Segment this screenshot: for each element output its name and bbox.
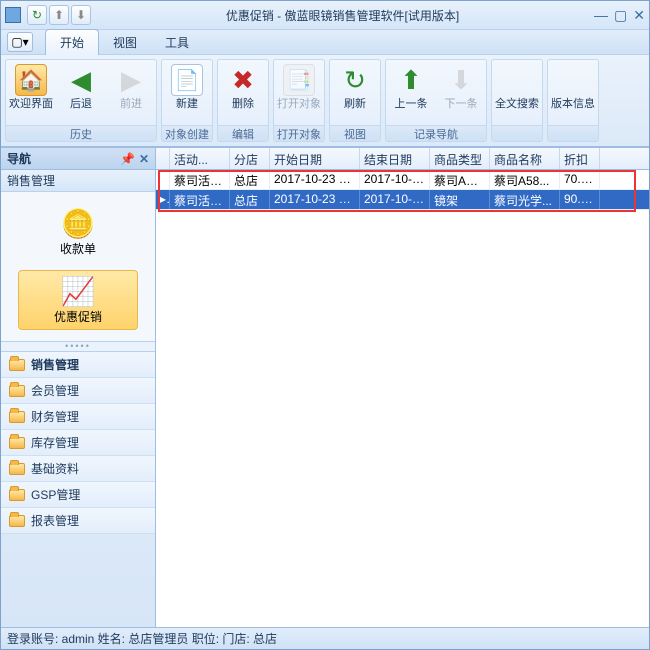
close-button[interactable]: ✕ xyxy=(633,7,645,24)
ribbon-tabs: 开始 视图 工具 xyxy=(45,29,203,55)
nav-item-gsp[interactable]: GSP管理 xyxy=(1,482,155,508)
shortcut-promo-label: 优惠促销 xyxy=(54,308,102,325)
nav-title: 导航 xyxy=(7,150,31,167)
nav-section-header[interactable]: 销售管理 xyxy=(1,170,155,192)
fulltext-search-button[interactable]: 全文搜索 xyxy=(492,60,542,125)
delete-button[interactable]: ✖删除 xyxy=(218,60,268,125)
group-caption-version xyxy=(548,125,598,141)
tab-tools[interactable]: 工具 xyxy=(151,30,203,55)
folder-icon xyxy=(9,437,25,449)
ribbon-group-view: ↻刷新 视图 xyxy=(329,59,381,142)
folder-icon xyxy=(9,359,25,371)
nav-splitter[interactable]: ••••• xyxy=(1,342,155,352)
col-pname[interactable]: 商品名称 xyxy=(490,148,560,169)
col-ptype[interactable]: 商品类型 xyxy=(430,148,490,169)
nav-close-icon[interactable]: ✕ xyxy=(139,152,149,166)
group-caption-nav: 记录导航 xyxy=(386,125,486,141)
content-area: 活动... 分店 开始日期 结束日期 商品类型 商品名称 折扣 蔡司活动日 总店… xyxy=(156,148,649,627)
open-object-button[interactable]: 📑打开对象 xyxy=(274,60,324,125)
menubar: ▢▾ 开始 视图 工具 xyxy=(1,29,649,55)
layout-menu-button[interactable]: ▢▾ xyxy=(7,32,33,52)
folder-icon xyxy=(9,515,25,527)
folder-icon xyxy=(9,489,25,501)
nav-item-inventory[interactable]: 库存管理 xyxy=(1,430,155,456)
quick-access-toolbar: ↻ ⬆ ⬇ xyxy=(27,5,91,25)
tab-start[interactable]: 开始 xyxy=(45,29,99,55)
row-indicator-header xyxy=(156,148,170,169)
nav-item-finance[interactable]: 财务管理 xyxy=(1,404,155,430)
next-record-button[interactable]: ⬇下一条 xyxy=(436,60,486,125)
statusbar: 登录账号: admin 姓名: 总店管理员 职位: 门店: 总店 xyxy=(1,627,649,649)
nav-item-basedata[interactable]: 基础资料 xyxy=(1,456,155,482)
nav-list: 销售管理 会员管理 财务管理 库存管理 基础资料 GSP管理 报表管理 xyxy=(1,352,155,627)
new-button[interactable]: 📄新建 xyxy=(162,60,212,125)
table-row[interactable]: 蔡司活动日 总店 2017-10-23 0... 2017-10-2... 蔡司… xyxy=(156,170,649,190)
window-controls: — ▢ ✕ xyxy=(594,7,645,24)
refresh-button[interactable]: ↻刷新 xyxy=(330,60,380,125)
welcome-button[interactable]: 🏠欢迎界面 xyxy=(6,60,56,125)
shortcut-promo[interactable]: 📈 优惠促销 xyxy=(18,270,138,330)
up-quick-button[interactable]: ⬆ xyxy=(49,5,69,25)
row-indicator: ▸ xyxy=(156,190,170,209)
col-start[interactable]: 开始日期 xyxy=(270,148,360,169)
group-caption-search xyxy=(492,125,542,141)
coins-icon: 🪙 xyxy=(61,207,96,240)
prev-record-button[interactable]: ⬆上一条 xyxy=(386,60,436,125)
refresh-quick-button[interactable]: ↻ xyxy=(27,5,47,25)
nav-pin-icon[interactable]: 📌 xyxy=(120,152,135,166)
app-icon xyxy=(5,7,21,23)
ribbon-group-edit: ✖删除 编辑 xyxy=(217,59,269,142)
col-disc[interactable]: 折扣 xyxy=(560,148,600,169)
nav-item-reports[interactable]: 报表管理 xyxy=(1,508,155,534)
ribbon-group-search: 全文搜索 xyxy=(491,59,543,142)
row-indicator xyxy=(156,170,170,189)
col-store[interactable]: 分店 xyxy=(230,148,270,169)
shortcut-receipt[interactable]: 🪙 收款单 xyxy=(18,202,138,262)
group-caption-edit: 编辑 xyxy=(218,125,268,141)
titlebar: ↻ ⬆ ⬇ 优惠促销 - 傲蓝眼镜销售管理软件[试用版本] — ▢ ✕ xyxy=(1,1,649,29)
nav-item-sales[interactable]: 销售管理 xyxy=(1,352,155,378)
col-end[interactable]: 结束日期 xyxy=(360,148,430,169)
folder-icon xyxy=(9,385,25,397)
maximize-button[interactable]: ▢ xyxy=(614,7,627,24)
ribbon-group-open: 📑打开对象 打开对象 xyxy=(273,59,325,142)
grid-header: 活动... 分店 开始日期 结束日期 商品类型 商品名称 折扣 xyxy=(156,148,649,170)
body: 导航 📌 ✕ 销售管理 🪙 收款单 📈 优惠促销 ••••• 销售管理 xyxy=(1,147,649,627)
status-text: 登录账号: admin 姓名: 总店管理员 职位: 门店: 总店 xyxy=(7,630,277,647)
chart-icon: 📈 xyxy=(61,275,96,308)
window-title: 优惠促销 - 傲蓝眼镜销售管理软件[试用版本] xyxy=(91,7,594,24)
ribbon-group-version: 版本信息 xyxy=(547,59,599,142)
col-activity[interactable]: 活动... xyxy=(170,148,230,169)
ribbon-group-history: 🏠欢迎界面 ◀后退 ▶前进 历史 xyxy=(5,59,157,142)
nav-item-members[interactable]: 会员管理 xyxy=(1,378,155,404)
back-button[interactable]: ◀后退 xyxy=(56,60,106,125)
group-caption-create: 对象创建 xyxy=(162,125,212,141)
version-info-button[interactable]: 版本信息 xyxy=(548,60,598,125)
grid-body: 蔡司活动日 总店 2017-10-23 0... 2017-10-2... 蔡司… xyxy=(156,170,649,627)
shortcut-receipt-label: 收款单 xyxy=(60,240,96,257)
folder-icon xyxy=(9,411,25,423)
group-caption-view: 视图 xyxy=(330,125,380,141)
app-window: ↻ ⬆ ⬇ 优惠促销 - 傲蓝眼镜销售管理软件[试用版本] — ▢ ✕ ▢▾ 开… xyxy=(0,0,650,650)
group-caption-history: 历史 xyxy=(6,125,156,141)
tab-view[interactable]: 视图 xyxy=(99,30,151,55)
ribbon-group-create: 📄新建 对象创建 xyxy=(161,59,213,142)
nav-panel: 导航 📌 ✕ 销售管理 🪙 收款单 📈 优惠促销 ••••• 销售管理 xyxy=(1,148,156,627)
folder-icon xyxy=(9,463,25,475)
minimize-button[interactable]: — xyxy=(594,7,608,24)
ribbon-group-recordnav: ⬆上一条 ⬇下一条 记录导航 xyxy=(385,59,487,142)
forward-button[interactable]: ▶前进 xyxy=(106,60,156,125)
down-quick-button[interactable]: ⬇ xyxy=(71,5,91,25)
nav-shortcuts: 🪙 收款单 📈 优惠促销 xyxy=(1,192,155,342)
table-row[interactable]: ▸ 蔡司活动日 总店 2017-10-23 0... 2017-10-2... … xyxy=(156,190,649,210)
nav-header: 导航 📌 ✕ xyxy=(1,148,155,170)
ribbon: 🏠欢迎界面 ◀后退 ▶前进 历史 📄新建 对象创建 ✖删除 编辑 📑打开对象 打… xyxy=(1,55,649,147)
group-caption-open: 打开对象 xyxy=(274,125,324,141)
